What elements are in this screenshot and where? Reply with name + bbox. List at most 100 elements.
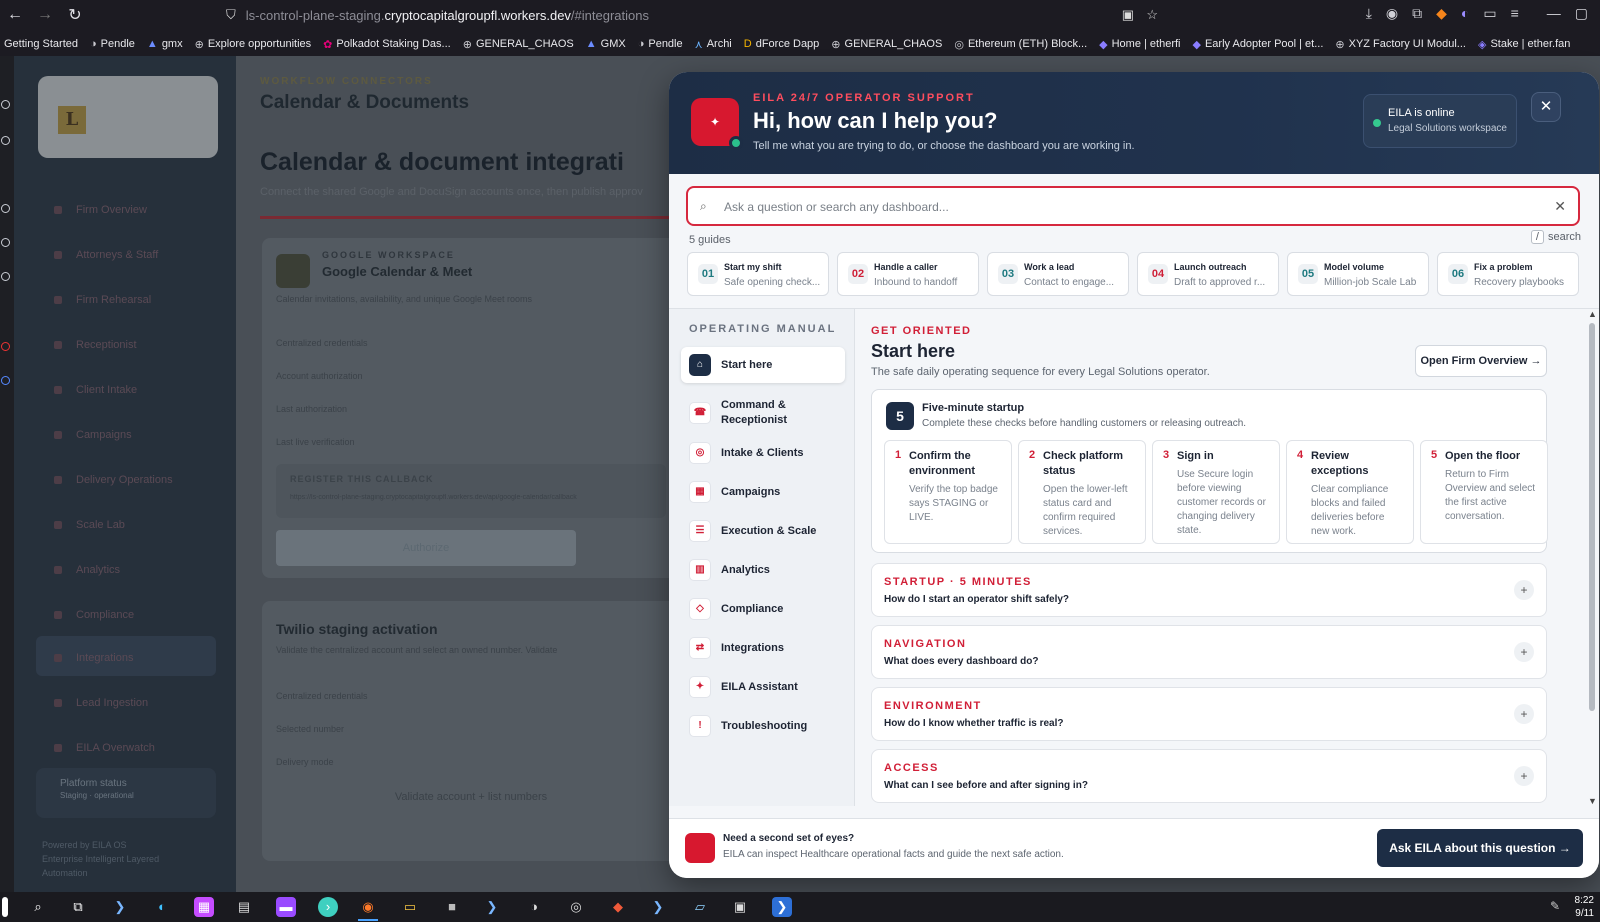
faq-item[interactable]: ACCESS What can I see before and after si… <box>871 749 1547 803</box>
strip-icon[interactable] <box>1 238 10 247</box>
guide-card[interactable]: 03 Work a lead Contact to engage... <box>987 252 1129 296</box>
sidebar-item[interactable]: Firm Rehearsal <box>54 294 151 306</box>
bookmark[interactable]: ⋏ Archi <box>695 38 732 51</box>
task-view-icon[interactable]: ⧉ <box>68 897 88 917</box>
sidebar-icon[interactable]: ▭ <box>1483 5 1496 22</box>
sidebar-item[interactable]: Lead Ingestion <box>54 697 148 709</box>
strip-icon[interactable] <box>1 136 10 145</box>
scroll-up-icon[interactable]: ▲ <box>1588 309 1597 319</box>
notepad-icon[interactable]: ▱ <box>690 897 710 917</box>
restore-icon[interactable]: ▢ <box>1575 5 1588 22</box>
sidebar-item[interactable]: Integrations <box>54 652 133 664</box>
sidebar-item[interactable]: Campaigns <box>54 429 132 441</box>
bookmark[interactable]: ⊕ Explore opportunities <box>195 38 312 51</box>
powershell-icon[interactable]: ❯ <box>772 897 792 917</box>
sidebar-item[interactable]: Scale Lab <box>54 519 125 531</box>
expand-icon[interactable]: + <box>1514 642 1534 662</box>
strip-icon[interactable] <box>1 272 10 281</box>
clipchamp-icon[interactable]: ▬ <box>276 897 296 917</box>
manual-item-compliance[interactable]: ◇ Compliance <box>681 591 845 627</box>
faq-item[interactable]: STARTUP · 5 MINUTES How do I start an ope… <box>871 563 1547 617</box>
strip-icon[interactable] <box>1 204 10 213</box>
guide-card[interactable]: 05 Model volume Million-job Scale Lab <box>1287 252 1429 296</box>
search-input[interactable] <box>724 196 1524 218</box>
faq-item[interactable]: ENVIRONMENT How do I know whether traffic… <box>871 687 1547 741</box>
manual-item-execution[interactable]: ☰ Execution & Scale <box>681 513 845 549</box>
reader-icon[interactable]: ▣ <box>1122 7 1134 23</box>
sidebar-item[interactable]: Firm Overview <box>54 204 147 216</box>
bookmark[interactable]: ◎ Ethereum (ETH) Block... <box>954 38 1087 51</box>
authorize-button[interactable]: Authorize <box>276 530 576 566</box>
guide-card[interactable]: 04 Launch outreach Draft to approved r... <box>1137 252 1279 296</box>
manual-item-integrations[interactable]: ⇄ Integrations <box>681 630 845 666</box>
manual-item-command[interactable]: ☎ Command & Receptionist <box>681 393 845 433</box>
ask-eila-button[interactable]: Ask EILA about this question → <box>1377 829 1583 867</box>
scroll-down-icon[interactable]: ▼ <box>1588 796 1597 806</box>
manual-item-intake[interactable]: ◎ Intake & Clients <box>681 435 845 471</box>
sidebar-item[interactable]: Receptionist <box>54 339 137 351</box>
bookmark[interactable]: ◑ Pendle <box>90 38 135 50</box>
address-bar[interactable]: ⛉ ls-control-plane-staging. cryptocapital… <box>226 3 1174 27</box>
strip-icon[interactable] <box>1 376 10 385</box>
start-icon[interactable] <box>2 897 8 917</box>
manual-item-start-here[interactable]: ⌂ Start here <box>681 347 845 383</box>
strip-icon[interactable] <box>1 342 10 351</box>
platform-status-card[interactable]: Platform status Staging · operational <box>36 768 216 818</box>
bookmark[interactable]: ⊕ GENERAL_CHAOS <box>831 38 942 51</box>
bookmark[interactable]: DdForce Dapp <box>744 38 820 50</box>
menu-icon[interactable]: ≡ <box>1511 5 1519 22</box>
app-icon[interactable]: ◑ <box>524 897 544 917</box>
reload-icon[interactable]: ↻ <box>60 5 90 25</box>
metamask-icon[interactable]: ◆ <box>1436 5 1447 22</box>
calculator-icon[interactable]: ▤ <box>234 897 254 917</box>
sidebar-item[interactable]: Compliance <box>54 609 134 621</box>
guide-card[interactable]: 02 Handle a caller Inbound to handoff <box>837 252 979 296</box>
m365-icon[interactable]: ▦ <box>194 897 214 917</box>
guide-card[interactable]: 01 Start my shift Safe opening check... <box>687 252 829 296</box>
open-firm-overview-button[interactable]: Open Firm Overview → <box>1415 345 1547 377</box>
firefox-icon[interactable]: ◉ <box>358 897 378 921</box>
bookmark[interactable]: ◆ Home | etherfi <box>1099 38 1180 51</box>
manual-item-eila-assistant[interactable]: ✦ EILA Assistant <box>681 669 845 705</box>
extension-icon[interactable]: ◐ <box>1461 5 1469 22</box>
sidebar-item[interactable]: Delivery Operations <box>54 474 173 486</box>
minimize-icon[interactable]: — <box>1547 5 1561 22</box>
bookmark[interactable]: ⊕ GENERAL_CHAOS <box>463 38 574 51</box>
explorer-icon[interactable]: ▭ <box>400 897 420 917</box>
bookmark[interactable]: ◈ Stake | ether.fan <box>1478 38 1570 51</box>
manual-item-campaigns[interactable]: ▦ Campaigns <box>681 474 845 510</box>
sidebar-item[interactable]: Attorneys & Staff <box>54 249 158 261</box>
search-icon[interactable]: ⌕ <box>28 897 48 917</box>
faq-item[interactable]: NAVIGATION What does every dashboard do? + <box>871 625 1547 679</box>
app-icon[interactable]: › <box>318 897 338 917</box>
git-icon[interactable]: ◆ <box>608 897 628 917</box>
expand-icon[interactable]: + <box>1514 704 1534 724</box>
download-icon[interactable]: ⤓ <box>1366 5 1372 22</box>
bookmark[interactable]: Getting Started <box>4 38 78 50</box>
bookmark[interactable]: ✿ Polkadot Staking Das... <box>323 38 451 51</box>
expand-icon[interactable]: + <box>1514 580 1534 600</box>
terminal-icon[interactable]: ❯ <box>110 897 130 917</box>
bookmark-star-icon[interactable]: ☆ <box>1146 7 1158 23</box>
sidebar-item[interactable]: EILA Overwatch <box>54 742 155 754</box>
account-icon[interactable]: ◉ <box>1386 5 1398 22</box>
extensions-icon[interactable]: ⧉ <box>1412 5 1422 22</box>
expand-icon[interactable]: + <box>1514 766 1534 786</box>
guide-card[interactable]: 06 Fix a problem Recovery playbooks <box>1437 252 1579 296</box>
manual-item-analytics[interactable]: ▥ Analytics <box>681 552 845 588</box>
content-scrollbar[interactable]: ▲ ▼ <box>1585 309 1599 806</box>
sidebar-item[interactable]: Analytics <box>54 564 120 576</box>
bookmark[interactable]: ▲ gmx <box>147 38 183 50</box>
pen-icon[interactable]: ✎ <box>1550 899 1560 913</box>
validate-button[interactable]: Validate account + list numbers <box>276 779 666 815</box>
app-icon[interactable]: ■ <box>442 897 462 917</box>
scroll-thumb[interactable] <box>1589 323 1595 711</box>
window-icon[interactable]: ▣ <box>730 897 750 917</box>
sidebar-item[interactable]: Client Intake <box>54 384 137 396</box>
clear-icon[interactable]: ✕ <box>1554 198 1566 215</box>
back-icon[interactable]: ← <box>0 6 30 24</box>
forward-icon[interactable]: → <box>30 6 60 24</box>
clock[interactable]: 8:22 9/11 <box>1575 894 1594 920</box>
bookmark[interactable]: ⊕ XYZ Factory UI Modul... <box>1335 38 1466 51</box>
bookmark[interactable]: ▲ GMX <box>586 38 626 50</box>
